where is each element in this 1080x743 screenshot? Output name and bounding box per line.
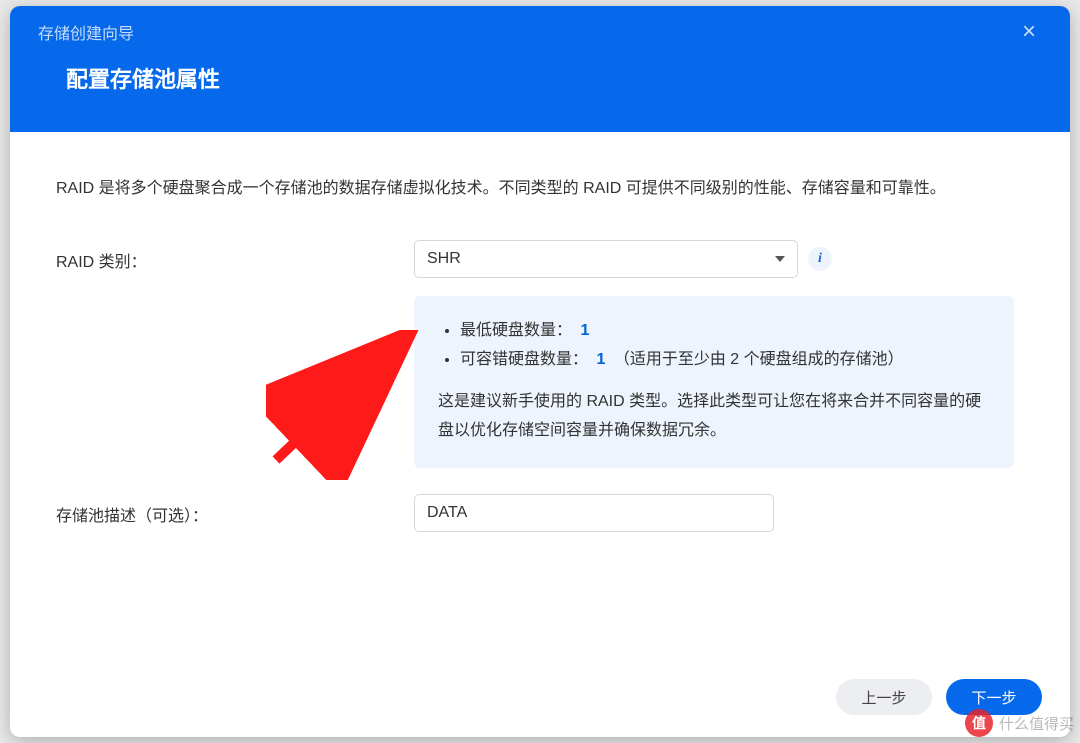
wizard-footer: 上一步 下一步 (10, 667, 1070, 737)
page-title: 配置存储池属性 (38, 58, 1042, 94)
raid-row: RAID 类别： SHR i 最低硬盘数量： 1 可容错硬盘数量： (56, 240, 1024, 468)
raid-type-select[interactable]: SHR (414, 240, 798, 278)
wizard-header: 存储创建向导 × 配置存储池属性 (10, 6, 1070, 132)
close-icon[interactable]: × (1016, 16, 1042, 48)
wizard-title: 存储创建向导 (38, 20, 134, 44)
desc-control (414, 494, 1024, 532)
raid-selected-value: SHR (427, 250, 461, 268)
info-description: 这是建议新手使用的 RAID 类型。选择此类型可让您在将来合并不同容量的硬盘以优… (438, 387, 990, 446)
raid-info-box: 最低硬盘数量： 1 可容错硬盘数量： 1 （适用于至少由 2 个硬盘组成的存储池… (414, 296, 1014, 468)
wizard-window: 存储创建向导 × 配置存储池属性 RAID 是将多个硬盘聚合成一个存储池的数据存… (10, 6, 1070, 737)
desc-label: 存储池描述（可选）： (56, 494, 414, 526)
wizard-body: RAID 是将多个硬盘聚合成一个存储池的数据存储虚拟化技术。不同类型的 RAID… (10, 132, 1070, 667)
header-top-bar: 存储创建向导 × (38, 6, 1042, 58)
intro-text: RAID 是将多个硬盘聚合成一个存储池的数据存储虚拟化技术。不同类型的 RAID… (56, 176, 1024, 202)
info-fault-disks: 可容错硬盘数量： 1 （适用于至少由 2 个硬盘组成的存储池） (460, 345, 990, 375)
info-fault-note: （适用于至少由 2 个硬盘组成的存储池） (614, 351, 904, 368)
desc-row: 存储池描述（可选）： (56, 494, 1024, 532)
info-min-disks-label: 最低硬盘数量： (460, 322, 572, 339)
info-fault-value: 1 (592, 351, 609, 368)
next-button[interactable]: 下一步 (946, 679, 1042, 715)
raid-control: SHR i 最低硬盘数量： 1 可容错硬盘数量： 1 （适用于至少由 2 个硬盘… (414, 240, 1024, 468)
pool-description-input[interactable] (414, 494, 774, 532)
info-min-disks: 最低硬盘数量： 1 (460, 316, 990, 346)
info-min-disks-value: 1 (576, 322, 593, 339)
info-icon[interactable]: i (808, 247, 832, 271)
info-fault-label: 可容错硬盘数量： (460, 351, 588, 368)
prev-button[interactable]: 上一步 (836, 679, 932, 715)
chevron-down-icon (775, 256, 785, 262)
raid-label: RAID 类别： (56, 240, 414, 272)
